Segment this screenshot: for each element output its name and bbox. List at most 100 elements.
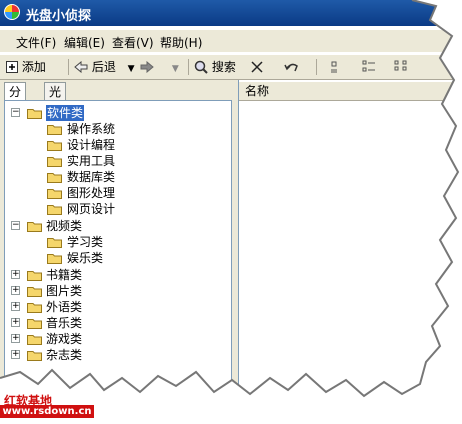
expand-icon[interactable]: + <box>11 350 20 359</box>
app-disc-icon <box>4 4 20 20</box>
tree-node-software[interactable]: − 软件类 <box>5 105 231 121</box>
tree-node-magazines[interactable]: + 杂志类 <box>5 347 231 363</box>
menu-help[interactable]: 帮助(H) <box>160 34 202 51</box>
column-header-label: 名称 <box>245 84 270 98</box>
expand-icon[interactable]: + <box>11 270 20 279</box>
back-label: 后退 <box>91 60 116 74</box>
add-label: 添加 <box>21 60 46 74</box>
file-list-pane[interactable]: 名称 <box>238 80 462 424</box>
folder-icon <box>47 238 62 248</box>
toolbar-separator <box>316 59 317 75</box>
tree-label: 设计编程 <box>67 138 116 152</box>
folder-icon <box>47 173 62 183</box>
folder-icon <box>47 157 62 167</box>
back-button[interactable]: 后退 ▼ <box>74 58 135 76</box>
tree-label: 图片类 <box>46 284 83 298</box>
tree-node-child[interactable]: 网页设计 <box>5 201 231 217</box>
forward-dropdown-icon[interactable]: ▼ <box>172 64 179 74</box>
collapse-icon[interactable]: − <box>11 221 20 230</box>
folder-icon <box>27 351 42 361</box>
back-arrow-icon <box>74 60 88 74</box>
tree-node-books[interactable]: + 书籍类 <box>5 267 231 283</box>
content-panes: 分类 光盘 − 软件类 操作系统 设计编程 实用工具 <box>0 80 462 424</box>
delete-button[interactable] <box>250 58 264 76</box>
large-icons-view-icon <box>331 61 337 73</box>
folder-icon <box>47 141 62 151</box>
folder-open-icon <box>27 109 42 119</box>
tree-label: 书籍类 <box>46 268 83 282</box>
tree-node-child[interactable]: 实用工具 <box>5 153 231 169</box>
collapse-icon[interactable]: − <box>11 108 20 117</box>
category-tree[interactable]: − 软件类 操作系统 设计编程 实用工具 数据库类 图形处理 网页设计 − 视频… <box>4 100 232 424</box>
tree-node-video[interactable]: − 视频类 <box>5 218 231 234</box>
tree-node-music[interactable]: + 音乐类 <box>5 315 231 331</box>
tree-node-child[interactable]: 图形处理 <box>5 185 231 201</box>
forward-arrow-icon <box>140 60 154 74</box>
forward-button[interactable]: ▼ <box>140 58 179 76</box>
tree-label: 实用工具 <box>67 154 116 168</box>
tree-node-pictures[interactable]: + 图片类 <box>5 283 231 299</box>
menu-file[interactable]: 文件(F) <box>16 34 56 51</box>
tree-node-child[interactable]: 操作系统 <box>5 121 231 137</box>
expand-icon[interactable]: + <box>11 318 20 327</box>
tree-label: 游戏类 <box>46 332 83 346</box>
menu-edit[interactable]: 编辑(E) <box>64 34 105 51</box>
undo-icon <box>284 63 298 72</box>
tree-node-child[interactable]: 数据库类 <box>5 169 231 185</box>
list-view-icon <box>394 60 407 71</box>
tab-category[interactable]: 分类 <box>4 82 27 117</box>
add-button[interactable]: 添加 <box>6 58 46 76</box>
view-list-button[interactable] <box>394 58 410 76</box>
tree-label: 视频类 <box>46 219 83 233</box>
menu-view[interactable]: 查看(V) <box>112 34 154 51</box>
folder-icon <box>27 335 42 345</box>
search-icon <box>194 60 208 74</box>
search-label: 搜索 <box>211 60 236 74</box>
tree-label: 图形处理 <box>67 186 116 200</box>
column-header-name[interactable]: 名称 <box>239 82 462 101</box>
tree-node-games[interactable]: + 游戏类 <box>5 331 231 347</box>
toolbar: 添加 后退 ▼ ▼ 搜索 <box>0 54 462 80</box>
app-window: 光盘小侦探 文件(F) 编辑(E) 查看(V) 帮助(H) 添加 后退 ▼ ▼ … <box>0 0 462 424</box>
folder-open-icon <box>27 222 42 232</box>
small-icons-view-icon <box>362 60 375 72</box>
expand-icon[interactable]: + <box>11 286 20 295</box>
tab-disc[interactable]: 光盘 <box>44 82 67 117</box>
toolbar-separator <box>68 59 69 75</box>
tree-label: 外语类 <box>46 300 83 314</box>
tree-node-child[interactable]: 娱乐类 <box>5 250 231 266</box>
menu-bar: 文件(F) 编辑(E) 查看(V) 帮助(H) <box>0 30 462 52</box>
folder-icon <box>47 125 62 135</box>
toolbar-separator <box>188 59 189 75</box>
folder-icon <box>27 319 42 329</box>
expand-icon[interactable]: + <box>11 302 20 311</box>
back-dropdown-icon[interactable]: ▼ <box>128 64 135 74</box>
folder-icon <box>27 303 42 313</box>
title-bar[interactable]: 光盘小侦探 <box>0 0 462 26</box>
tree-label: 学习类 <box>67 235 104 249</box>
tree-label: 软件类 <box>46 105 85 121</box>
folder-icon <box>47 205 62 215</box>
tree-node-child[interactable]: 学习类 <box>5 234 231 250</box>
undo-button[interactable] <box>284 58 300 76</box>
search-button[interactable]: 搜索 <box>194 58 236 76</box>
folder-icon <box>47 254 62 264</box>
tree-label: 音乐类 <box>46 316 83 330</box>
window-title: 光盘小侦探 <box>26 9 92 24</box>
tree-node-child[interactable]: 设计编程 <box>5 137 231 153</box>
tree-label: 操作系统 <box>67 122 116 136</box>
folder-icon <box>47 189 62 199</box>
watermark-logo: 红软基地 www.rsdown.cn <box>0 392 94 418</box>
tree-label: 杂志类 <box>46 348 83 362</box>
tree-label: 娱乐类 <box>67 251 104 265</box>
expand-icon[interactable]: + <box>11 334 20 343</box>
tree-label: 数据库类 <box>67 170 116 184</box>
tree-label: 网页设计 <box>67 202 116 216</box>
delete-x-icon <box>251 61 263 73</box>
tree-node-languages[interactable]: + 外语类 <box>5 299 231 315</box>
folder-icon <box>27 271 42 281</box>
folder-icon <box>27 287 42 297</box>
watermark-url: www.rsdown.cn <box>0 405 94 418</box>
view-small-icons-button[interactable] <box>362 58 376 76</box>
view-large-icons-button[interactable] <box>330 58 344 76</box>
